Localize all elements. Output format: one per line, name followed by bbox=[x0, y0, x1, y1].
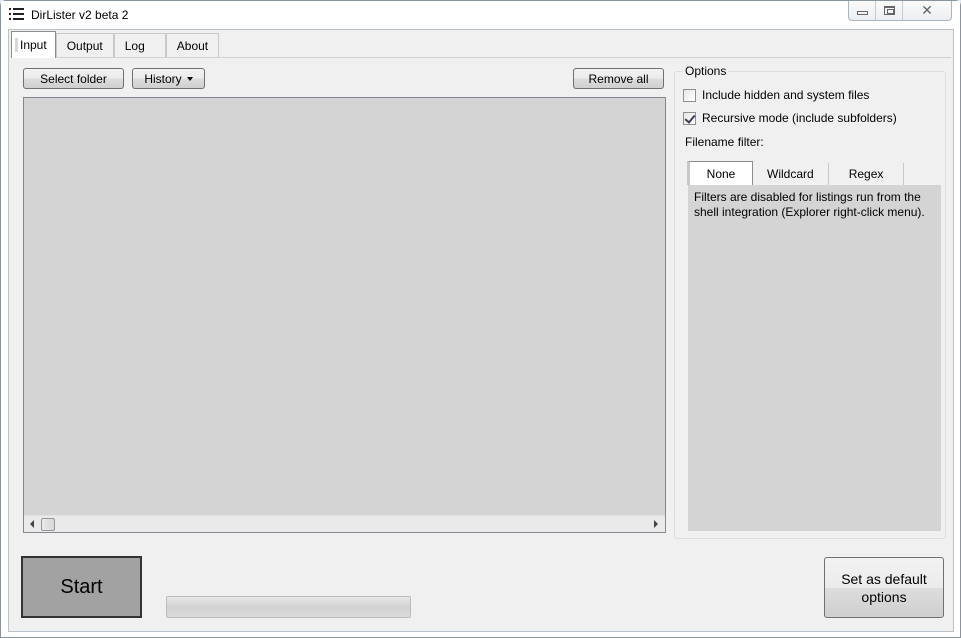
main-tabs: Input Output Log About bbox=[11, 31, 220, 58]
filter-tab-none[interactable]: None bbox=[687, 161, 753, 185]
input-tab-page: Select folder History Remove all Options… bbox=[11, 57, 951, 569]
minimize-icon bbox=[856, 11, 868, 15]
progress-bar bbox=[166, 596, 411, 618]
include-hidden-label: Include hidden and system files bbox=[702, 88, 870, 102]
maximize-button[interactable] bbox=[876, 1, 903, 20]
recursive-mode-checkbox[interactable]: Recursive mode (include subfolders) bbox=[683, 111, 897, 125]
filename-filter-label: Filename filter: bbox=[685, 135, 764, 149]
close-icon: ✕ bbox=[921, 2, 933, 18]
app-window: DirLister v2 beta 2 ✕ Input Output Log A… bbox=[0, 0, 961, 638]
filter-tab-wildcard[interactable]: Wildcard bbox=[753, 163, 829, 185]
filter-tabs: None Wildcard Regex bbox=[687, 161, 905, 185]
folder-list[interactable] bbox=[23, 97, 666, 533]
window-title: DirLister v2 beta 2 bbox=[31, 8, 129, 22]
tab-output[interactable]: Output bbox=[55, 33, 114, 58]
tab-label: Log bbox=[124, 39, 145, 53]
filter-panel: Filters are disabled for listings run fr… bbox=[688, 185, 941, 531]
recursive-mode-label: Recursive mode (include subfolders) bbox=[702, 111, 897, 125]
options-group-label: Options bbox=[683, 64, 729, 78]
horizontal-scrollbar[interactable] bbox=[24, 515, 665, 532]
tab-label: Output bbox=[66, 39, 103, 53]
tab-label: Input bbox=[15, 38, 47, 52]
set-default-options-button[interactable]: Set as default options bbox=[824, 557, 944, 618]
tab-input[interactable]: Input bbox=[11, 31, 56, 58]
checkbox-unchecked-icon[interactable] bbox=[683, 88, 696, 102]
list-icon bbox=[9, 8, 25, 22]
caption-buttons: ✕ bbox=[848, 1, 952, 21]
start-button[interactable]: Start bbox=[21, 556, 142, 618]
include-hidden-checkbox[interactable]: Include hidden and system files bbox=[683, 88, 869, 102]
tab-about[interactable]: About bbox=[165, 33, 220, 58]
tab-label: About bbox=[176, 39, 209, 53]
history-label: History bbox=[144, 71, 182, 86]
checkbox-checked-icon[interactable] bbox=[683, 111, 696, 125]
tab-log[interactable]: Log bbox=[113, 33, 166, 58]
minimize-button[interactable] bbox=[849, 1, 876, 20]
remove-all-button[interactable]: Remove all bbox=[573, 68, 664, 89]
maximize-icon bbox=[883, 6, 895, 15]
select-folder-button[interactable]: Select folder bbox=[23, 68, 124, 89]
title-bar[interactable]: DirLister v2 beta 2 ✕ bbox=[1, 1, 960, 29]
filter-disabled-message: Filters are disabled for listings run fr… bbox=[694, 190, 925, 219]
history-button[interactable]: History bbox=[132, 68, 205, 89]
filter-tab-regex[interactable]: Regex bbox=[829, 163, 905, 185]
scroll-left-icon[interactable] bbox=[30, 520, 34, 528]
scrollbar-thumb[interactable] bbox=[41, 518, 55, 531]
dropdown-arrow-icon bbox=[186, 77, 193, 81]
scroll-right-icon[interactable] bbox=[654, 520, 658, 528]
close-button[interactable]: ✕ bbox=[903, 1, 951, 20]
client-area: Input Output Log About Select folder His… bbox=[8, 29, 954, 632]
options-group: Options Include hidden and system files … bbox=[674, 64, 946, 539]
